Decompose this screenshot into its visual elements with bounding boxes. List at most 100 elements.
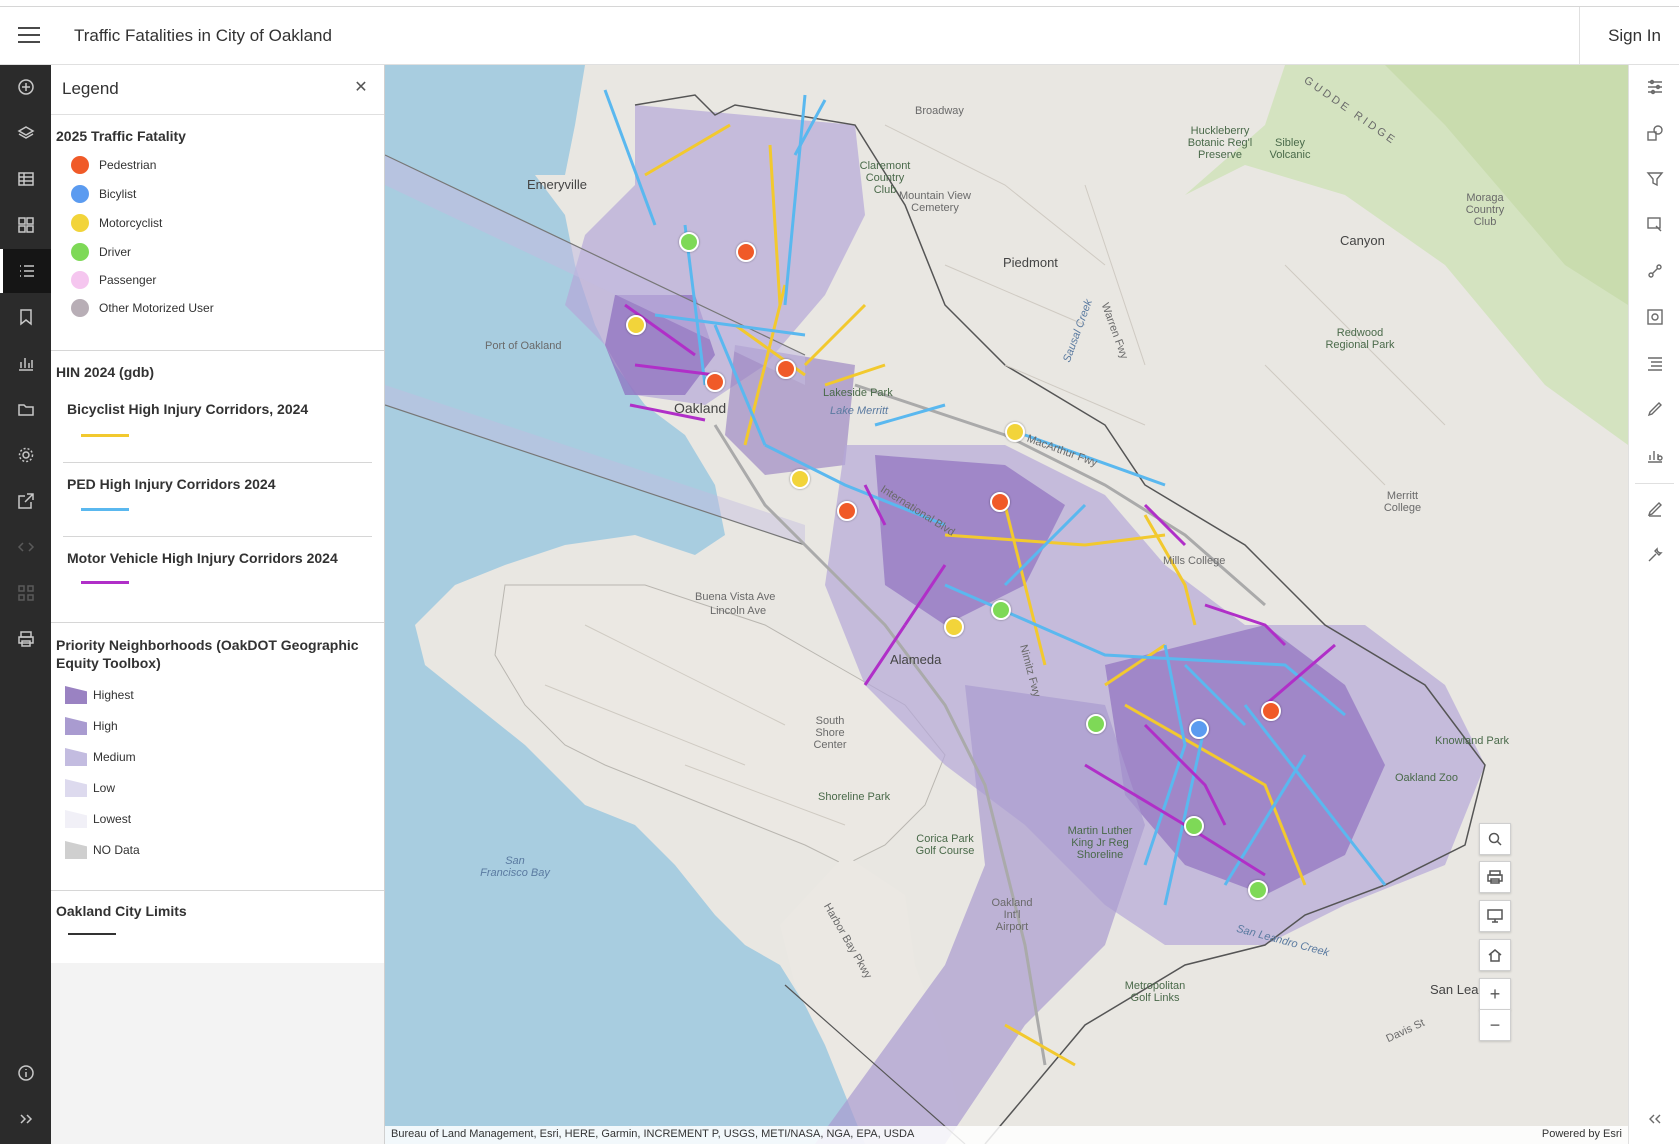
lowest-symbol bbox=[65, 810, 87, 828]
expand-icon[interactable] bbox=[0, 1097, 51, 1141]
fatality-layer-title: 2025 Traffic Fatality bbox=[56, 128, 186, 144]
fatality-point[interactable] bbox=[837, 501, 857, 521]
fatality-point[interactable] bbox=[705, 372, 725, 392]
bicyclist-hin-title: Bicyclist High Injury Corridors, 2024 bbox=[67, 401, 309, 417]
legend-item: High bbox=[65, 714, 118, 738]
collapse-icon[interactable] bbox=[1629, 1097, 1679, 1141]
fatality-point[interactable] bbox=[990, 492, 1010, 512]
motorcyclist-symbol bbox=[71, 214, 89, 232]
filter-icon[interactable] bbox=[1629, 157, 1679, 201]
plus-icon: + bbox=[1489, 984, 1501, 1004]
map-label-piedmont: Piedmont bbox=[1003, 255, 1058, 270]
map-label-metro-golf: Metropolitan Golf Links bbox=[1124, 980, 1186, 1004]
legend-item: Highest bbox=[65, 683, 134, 707]
mv-hin-symbol bbox=[81, 581, 129, 584]
list-icon[interactable] bbox=[1629, 341, 1679, 385]
share-icon[interactable] bbox=[0, 479, 51, 523]
fullscreen-button[interactable] bbox=[1479, 900, 1511, 932]
legend-title: Legend bbox=[62, 79, 119, 98]
no-data-symbol bbox=[65, 841, 87, 859]
minus-icon: − bbox=[1489, 1015, 1501, 1035]
measure-icon[interactable] bbox=[1629, 249, 1679, 293]
legend-icon[interactable] bbox=[0, 249, 51, 293]
fatality-point[interactable] bbox=[1086, 714, 1106, 734]
folder-icon[interactable] bbox=[0, 387, 51, 431]
legend-panel: Legend ✕ 2025 Traffic Fatality Pedestria… bbox=[51, 65, 385, 1144]
map-label-lake-merritt: Lake Merritt bbox=[830, 405, 889, 417]
sign-in-button[interactable]: Sign In bbox=[1608, 26, 1661, 46]
print-map-button[interactable] bbox=[1479, 861, 1511, 893]
add-icon[interactable] bbox=[0, 65, 51, 109]
shapes-icon[interactable] bbox=[1629, 111, 1679, 155]
home-icon bbox=[1488, 949, 1502, 962]
divider bbox=[63, 536, 372, 537]
wrench-icon[interactable] bbox=[1629, 533, 1679, 577]
map-label-moraga: Moraga Country Club bbox=[1465, 192, 1505, 228]
legend-item: NO Data bbox=[65, 838, 140, 862]
map-label-buena-vista: Buena Vista Ave bbox=[695, 591, 776, 603]
map-label-corica: Corica Park Golf Course bbox=[915, 833, 975, 857]
fatality-point[interactable] bbox=[1184, 816, 1204, 836]
ped-hin-title: PED High Injury Corridors 2024 bbox=[67, 476, 276, 492]
settings-icon[interactable] bbox=[0, 433, 51, 477]
print-icon bbox=[1487, 870, 1503, 884]
app-title: Traffic Fatalities in City of Oakland bbox=[74, 26, 332, 45]
app-root: Traffic Fatalities in City of Oakland Si… bbox=[0, 0, 1679, 1144]
embed-icon[interactable] bbox=[0, 525, 51, 569]
zoom-in-button[interactable]: + bbox=[1479, 978, 1511, 1010]
driver-symbol bbox=[71, 243, 89, 261]
legend-item: Lowest bbox=[65, 807, 131, 831]
fatality-point[interactable] bbox=[1189, 719, 1209, 739]
fatality-point[interactable] bbox=[1005, 422, 1025, 442]
fatality-point[interactable] bbox=[1248, 880, 1268, 900]
hin-layer-title: HIN 2024 (gdb) bbox=[56, 364, 155, 380]
map-attribution: Bureau of Land Management, Esri, HERE, G… bbox=[385, 1126, 1628, 1144]
map-label-port: Port of Oakland bbox=[485, 340, 562, 352]
print-icon[interactable] bbox=[0, 617, 51, 661]
info-icon[interactable] bbox=[0, 1051, 51, 1095]
right-action-bar bbox=[1628, 65, 1679, 1144]
map-label-south-shore: South Shore Center bbox=[813, 715, 847, 751]
fatality-point[interactable] bbox=[626, 315, 646, 335]
map-label-oakland-zoo: Oakland Zoo bbox=[1395, 772, 1458, 784]
map-label-oakland: Oakland bbox=[674, 400, 727, 416]
filter-settings-icon[interactable] bbox=[1629, 65, 1679, 109]
search-button[interactable] bbox=[1479, 823, 1511, 855]
analysis-icon[interactable] bbox=[1629, 433, 1679, 477]
map-label-huckleberry: Huckleberry Botanic Reg'l Preserve bbox=[1187, 125, 1253, 161]
map-label-mills-college: Mills College bbox=[1163, 555, 1226, 567]
fatality-point[interactable] bbox=[944, 617, 964, 637]
basemap-icon[interactable] bbox=[0, 203, 51, 247]
chart-icon[interactable] bbox=[0, 341, 51, 385]
layers-icon[interactable] bbox=[0, 111, 51, 155]
apps-icon[interactable] bbox=[0, 571, 51, 615]
map-view[interactable]: Emeryville Oakland Piedmont Alameda San … bbox=[385, 65, 1628, 1144]
fatality-point[interactable] bbox=[679, 232, 699, 252]
map-label-redwood-park: Redwood Regional Park bbox=[1325, 327, 1395, 351]
divider bbox=[63, 462, 372, 463]
close-icon[interactable]: ✕ bbox=[352, 79, 370, 97]
select-icon[interactable] bbox=[1629, 203, 1679, 247]
home-button[interactable] bbox=[1479, 939, 1511, 971]
sketch-icon[interactable] bbox=[1629, 387, 1679, 431]
divider bbox=[51, 622, 384, 623]
fatality-point[interactable] bbox=[991, 600, 1011, 620]
priority-layer-title: Priority Neighborhoods (OakDOT Geographi… bbox=[56, 637, 359, 671]
table-icon[interactable] bbox=[0, 157, 51, 201]
powered-by[interactable]: Powered by Esri bbox=[1542, 1128, 1622, 1140]
hamburger-menu-icon[interactable] bbox=[18, 27, 40, 43]
legend-item: Motorcyclist bbox=[71, 211, 162, 235]
search-icon bbox=[1488, 832, 1502, 846]
map-label-knowland: Knowland Park bbox=[1435, 735, 1509, 747]
fatality-point[interactable] bbox=[736, 242, 756, 262]
fatality-point[interactable] bbox=[776, 359, 796, 379]
map-label-airport: Oakland Int'l Airport bbox=[991, 897, 1033, 933]
fatality-point[interactable] bbox=[1261, 701, 1281, 721]
screen-icon[interactable] bbox=[1629, 295, 1679, 339]
highest-symbol bbox=[65, 686, 87, 704]
zoom-out-button[interactable]: − bbox=[1479, 1009, 1511, 1041]
edit-icon[interactable] bbox=[1629, 487, 1679, 531]
bookmark-icon[interactable] bbox=[0, 295, 51, 339]
bay-water-north bbox=[385, 65, 585, 175]
fatality-point[interactable] bbox=[790, 469, 810, 489]
